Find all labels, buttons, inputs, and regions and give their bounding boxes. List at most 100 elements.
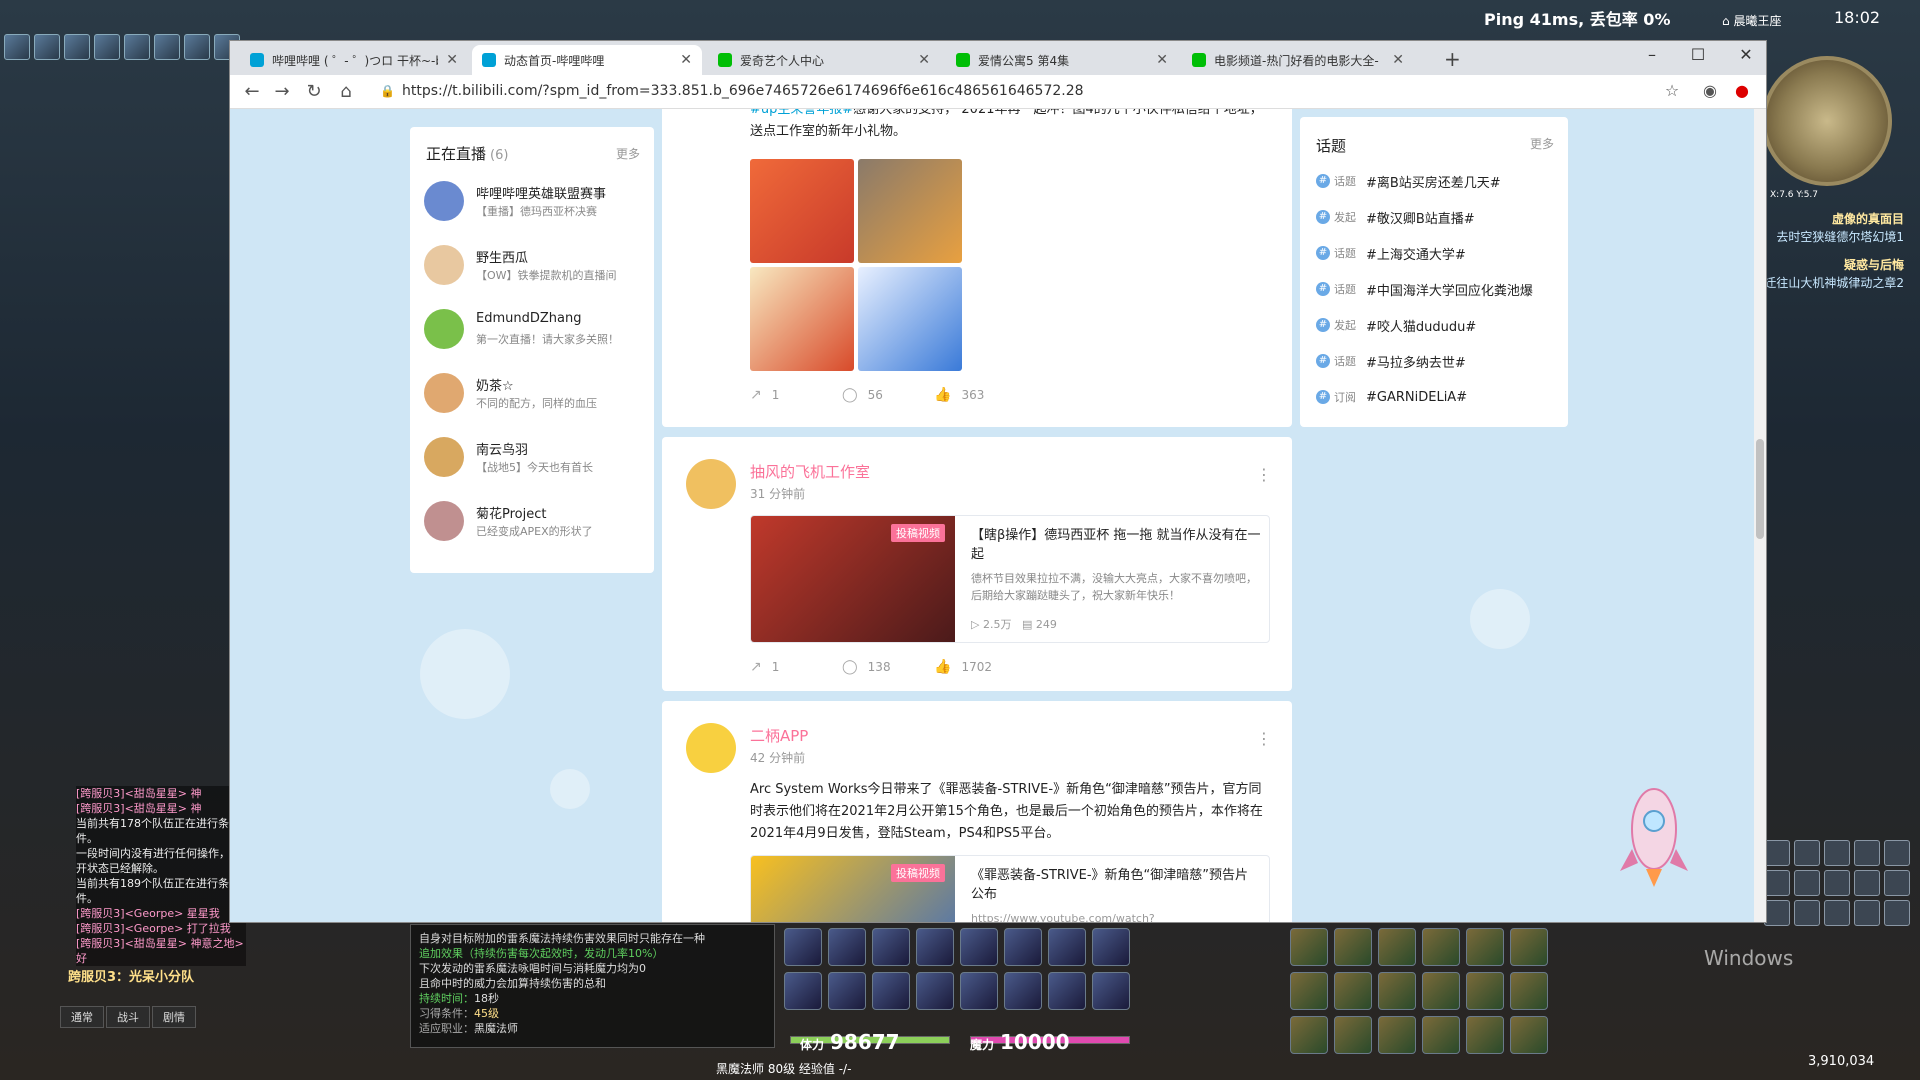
author-avatar[interactable] xyxy=(686,723,736,773)
hotbar-slot[interactable] xyxy=(1048,972,1086,1010)
hotbar-slot[interactable] xyxy=(1824,900,1850,926)
live-item[interactable]: 野生西瓜 【OW】铁拳提款机的直播间 xyxy=(424,241,644,291)
hotbar-slot[interactable] xyxy=(1422,928,1460,966)
hotbar-slot[interactable] xyxy=(1334,1016,1372,1054)
hotbar-slot[interactable] xyxy=(1334,928,1372,966)
hotbar-slot[interactable] xyxy=(1794,900,1820,926)
hotbar-slot[interactable] xyxy=(872,972,910,1010)
reload-icon[interactable]: ↻ xyxy=(302,81,326,102)
more-options-icon[interactable]: ⋮ xyxy=(1256,729,1272,748)
hotbar-slot[interactable] xyxy=(1466,972,1504,1010)
back-icon[interactable]: ← xyxy=(240,81,264,102)
post-image[interactable] xyxy=(858,267,962,371)
topic-item[interactable]: # 话题 #中国海洋大学回应化粪池爆 xyxy=(1316,277,1560,301)
minimize-icon[interactable]: – xyxy=(1640,45,1664,64)
live-item[interactable]: 奶茶☆ 不同的配方，同样的血压 xyxy=(424,369,644,419)
live-more-link[interactable]: 更多 xyxy=(616,145,640,162)
quest-title[interactable]: 疑惑与后悔 xyxy=(1754,256,1904,274)
video-link[interactable]: https://www.youtube.com/watch?v=yEwQ_w0x… xyxy=(971,910,1261,922)
close-tab-icon[interactable]: ✕ xyxy=(446,52,458,68)
close-window-icon[interactable]: ✕ xyxy=(1734,45,1758,64)
hotbar-slot[interactable] xyxy=(1510,1016,1548,1054)
video-title[interactable]: 【瞎β操作】德玛西亚杯 拖一拖 就当作从没有在一起 xyxy=(971,526,1261,564)
hotbar-slot[interactable] xyxy=(1884,840,1910,866)
close-tab-icon[interactable]: ✕ xyxy=(1392,52,1404,68)
browser-tab[interactable]: 哔哩哔哩 ( ゜- ゜)つロ 干杯~-bili ✕ xyxy=(240,45,468,75)
hotbar-slot[interactable] xyxy=(1884,870,1910,896)
hashtag-link[interactable]: #up主荣誉年报# xyxy=(750,109,853,117)
hotbar-slot[interactable] xyxy=(1048,928,1086,966)
close-tab-icon[interactable]: ✕ xyxy=(918,52,930,68)
lock-icon[interactable]: 🔒 xyxy=(380,84,395,98)
browser-tab[interactable]: 爱奇艺个人中心 ✕ xyxy=(708,45,940,75)
comment-button[interactable]: ◯ 56 xyxy=(842,387,934,403)
hotbar-slot[interactable] xyxy=(1290,928,1328,966)
hotbar-slot[interactable] xyxy=(1378,928,1416,966)
minimap[interactable] xyxy=(1762,56,1892,186)
quest-title[interactable]: 虚像的真面目 xyxy=(1754,210,1904,228)
video-title[interactable]: 《罪恶装备-STRIVE-》新角色“御津暗慈”预告片公布 xyxy=(971,866,1261,904)
live-item[interactable]: 哔哩哔哩英雄联盟赛事 【重播】德玛西亚杯决赛 xyxy=(424,177,644,227)
hotbar-slot[interactable] xyxy=(1334,972,1372,1010)
hotbar-slot[interactable] xyxy=(1422,972,1460,1010)
hotbar-slot[interactable] xyxy=(1824,870,1850,896)
hotbar-slot[interactable] xyxy=(828,972,866,1010)
hotbar-slot[interactable] xyxy=(1510,972,1548,1010)
hotbar-slot[interactable] xyxy=(1854,840,1880,866)
profile-icon[interactable]: ◉ xyxy=(1698,81,1722,100)
hotbar-slot[interactable] xyxy=(1764,840,1790,866)
author-avatar[interactable] xyxy=(686,459,736,509)
hotbar-slot[interactable] xyxy=(784,972,822,1010)
page-scrollbar[interactable] xyxy=(1754,109,1766,922)
like-button[interactable]: 👍 363 xyxy=(934,387,1026,403)
post-image[interactable] xyxy=(858,159,962,263)
browser-tab[interactable]: 电影频道-热门好看的电影大全- ✕ xyxy=(1182,45,1414,75)
hotbar-slot[interactable] xyxy=(1290,1016,1328,1054)
topic-item[interactable]: # 话题 #马拉多纳去世# xyxy=(1316,349,1560,373)
hotbar-slot[interactable] xyxy=(1004,972,1042,1010)
hotbar-slot[interactable] xyxy=(784,928,822,966)
share-button[interactable]: ↗ 1 xyxy=(750,387,842,403)
topic-item[interactable]: # 订阅 #GARNiDELiA# xyxy=(1316,385,1560,409)
bookmark-star-icon[interactable]: ☆ xyxy=(1660,81,1684,100)
topic-item[interactable]: # 话题 #上海交通大学# xyxy=(1316,241,1560,265)
post-image[interactable] xyxy=(750,267,854,371)
video-card[interactable]: 投稿视频 【瞎β操作】德玛西亚杯 拖一拖 就当作从没有在一起 德杯节目效果拉拉不… xyxy=(750,515,1270,643)
home-icon[interactable]: ⌂ xyxy=(334,81,358,102)
live-item[interactable]: 南云鸟羽 【战地5】今天也有首长 xyxy=(424,433,644,483)
hotbar-slot[interactable] xyxy=(1466,928,1504,966)
hotbar-slot[interactable] xyxy=(1510,928,1548,966)
topics-more-link[interactable]: 更多 xyxy=(1530,135,1554,152)
address-bar[interactable]: https://t.bilibili.com/?spm_id_from=333.… xyxy=(402,83,1084,99)
hotbar-slot[interactable] xyxy=(828,928,866,966)
chat-tab-story[interactable]: 剧情 xyxy=(152,1006,196,1028)
comment-button[interactable]: ◯ 138 xyxy=(842,659,934,675)
scrollbar-thumb[interactable] xyxy=(1756,439,1764,539)
more-options-icon[interactable]: ⋮ xyxy=(1256,465,1272,484)
hotbar-slot[interactable] xyxy=(1764,870,1790,896)
chat-log[interactable]: [跨服贝3]<甜岛星星> 神 [跨服贝3]<甜岛星星> 神 当前共有178个队伍… xyxy=(76,786,246,966)
extension-icon[interactable]: ● xyxy=(1730,81,1754,100)
post-image[interactable] xyxy=(750,159,854,263)
hotbar-slot[interactable] xyxy=(1794,870,1820,896)
share-button[interactable]: ↗ 1 xyxy=(750,659,842,675)
chat-tab-battle[interactable]: 战斗 xyxy=(106,1006,150,1028)
author-name[interactable]: 二柄APP xyxy=(750,725,808,746)
hotbar-slot[interactable] xyxy=(916,928,954,966)
hotbar-slot[interactable] xyxy=(1854,870,1880,896)
author-name[interactable]: 抽风的飞机工作室 xyxy=(750,461,870,482)
browser-tab-active[interactable]: 动态首页-哔哩哔哩 ✕ xyxy=(472,45,702,75)
hotbar-slot[interactable] xyxy=(1764,900,1790,926)
hotbar-slot[interactable] xyxy=(1092,928,1130,966)
like-button[interactable]: 👍 1702 xyxy=(934,659,1026,675)
topic-item[interactable]: # 话题 #离B站买房还差几天# xyxy=(1316,169,1560,193)
hotbar-slot[interactable] xyxy=(1884,900,1910,926)
close-tab-icon[interactable]: ✕ xyxy=(680,52,692,68)
hotbar-slot[interactable] xyxy=(1422,1016,1460,1054)
hotbar-slot[interactable] xyxy=(1824,840,1850,866)
hotbar-slot[interactable] xyxy=(916,972,954,1010)
new-tab-button[interactable]: + xyxy=(1444,47,1461,71)
hotbar-slot[interactable] xyxy=(1290,972,1328,1010)
live-item[interactable]: EdmundDZhang 第一次直播！请大家多关照！ xyxy=(424,305,644,355)
close-tab-icon[interactable]: ✕ xyxy=(1156,52,1168,68)
